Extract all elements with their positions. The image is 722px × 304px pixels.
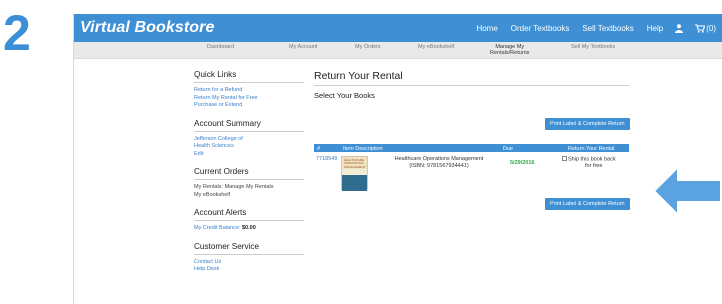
credit-balance: My Credit Balance: $0.00 <box>194 225 304 233</box>
due-date: 5/29/2016 <box>510 160 535 166</box>
print-label-button-top[interactable]: Print Label & Complete Return <box>545 118 630 130</box>
current-orders-heading: Current Orders <box>194 167 304 180</box>
cart-button[interactable]: (0) <box>695 24 716 33</box>
left-arrow-icon <box>653 166 722 216</box>
bookstore-window: Virtual Bookstore Home Order Textbooks S… <box>73 14 722 304</box>
nav-help[interactable]: Help <box>647 24 663 33</box>
ship-back-label-2: for free <box>585 163 603 169</box>
top-nav: Home Order Textbooks Sell Textbooks Help… <box>463 14 722 42</box>
school-name-line1: Jefferson College of <box>194 135 243 142</box>
school-name-line2: Health Sciences <box>194 143 234 149</box>
link-return-for-refund[interactable]: Return for a Refund <box>194 87 304 95</box>
cart-icon <box>695 23 706 33</box>
ship-back-checkbox[interactable] <box>562 156 567 161</box>
col-due: Due <box>503 145 514 152</box>
subnav-dashboard[interactable]: Dashboard <box>207 44 234 50</box>
account-summary-section: Account Summary Jefferson College of Hea… <box>194 119 304 159</box>
book-cover-image: HEALTHCARE OPERATIONS MANAGEMENT <box>341 156 368 191</box>
print-label-button-bottom[interactable]: Print Label & Complete Return <box>545 198 630 210</box>
rental-id[interactable]: 7718549 <box>316 156 337 162</box>
customer-service-section: Customer Service Contact Us Help Desk <box>194 242 304 274</box>
rental-table-header: # Item Description Due Return Your Renta… <box>314 144 629 152</box>
account-alerts-heading: Account Alerts <box>194 208 304 221</box>
link-return-rental-free[interactable]: Return My Rental for Free <box>194 95 304 103</box>
table-row: 7718549 HEALTHCARE OPERATIONS MANAGEMENT… <box>314 156 629 196</box>
book-isbn: (ISBN: 9781567934441) <box>409 163 469 169</box>
subnav-my-ebookshelf[interactable]: My eBookshelf <box>418 44 454 50</box>
subnav-manage-rentals[interactable]: Manage My Rentals/Returns <box>490 44 529 56</box>
sidebar: Quick Links Return for a Refund Return M… <box>194 70 304 283</box>
current-orders-section: Current Orders My Rentals: Manage My Ren… <box>194 167 304 199</box>
contact-us-link[interactable]: Contact Us <box>194 259 304 267</box>
user-icon[interactable] <box>675 23 684 33</box>
credit-balance-value: $0.00 <box>242 225 256 231</box>
quick-links-section: Quick Links Return for a Refund Return M… <box>194 70 304 110</box>
step-number: 2 <box>3 5 31 61</box>
my-ebookshelf-link[interactable]: My eBookshelf <box>194 192 304 200</box>
link-purchase-or-extend[interactable]: Purchase or Extend <box>194 102 304 110</box>
nav-sell-textbooks[interactable]: Sell Textbooks <box>582 24 633 33</box>
stage: 2 Virtual Bookstore Home Order Textbooks… <box>0 0 722 304</box>
book-cover-text: HEALTHCARE OPERATIONS MANAGEMENT <box>344 158 366 169</box>
cart-count: (0) <box>706 23 716 33</box>
col-number: # <box>317 145 321 152</box>
customer-service-heading: Customer Service <box>194 242 304 255</box>
account-alerts-section: Account Alerts My Credit Balance: $0.00 <box>194 208 304 233</box>
return-rental-panel: Return Your Rental Select Your Books Pri… <box>314 70 630 210</box>
top-navigation-bar: Virtual Bookstore Home Order Textbooks S… <box>74 14 722 42</box>
subnav-my-orders[interactable]: My Orders <box>355 44 381 50</box>
help-desk-link[interactable]: Help Desk <box>194 266 304 274</box>
book-title: Healthcare Operations Management <box>394 156 484 162</box>
brand-logo[interactable]: Virtual Bookstore <box>80 19 214 37</box>
col-item-description: Item Description <box>343 145 383 152</box>
page-subtitle: Select Your Books <box>314 91 375 100</box>
account-summary-heading: Account Summary <box>194 119 304 132</box>
edit-account-link[interactable]: Edit <box>194 151 304 159</box>
ship-back-option[interactable]: Ship this book back <box>562 156 616 163</box>
subnav-my-account[interactable]: My Account <box>289 44 317 50</box>
credit-balance-label[interactable]: My Credit Balance: <box>194 225 240 231</box>
subnav-sell-my-textbooks[interactable]: Sell My Textbooks <box>571 44 615 50</box>
nav-home[interactable]: Home <box>476 24 497 33</box>
page-title: Return Your Rental <box>314 70 629 86</box>
col-return-your-rental: Return Your Rental <box>568 145 615 152</box>
my-rentals-link[interactable]: My Rentals: Manage My Rentals <box>194 184 304 192</box>
ship-back-label: Ship this book back <box>568 156 616 163</box>
quick-links-heading: Quick Links <box>194 70 304 83</box>
account-subnav: Dashboard My Account My Orders My eBooks… <box>74 42 722 59</box>
nav-order-textbooks[interactable]: Order Textbooks <box>511 24 570 33</box>
